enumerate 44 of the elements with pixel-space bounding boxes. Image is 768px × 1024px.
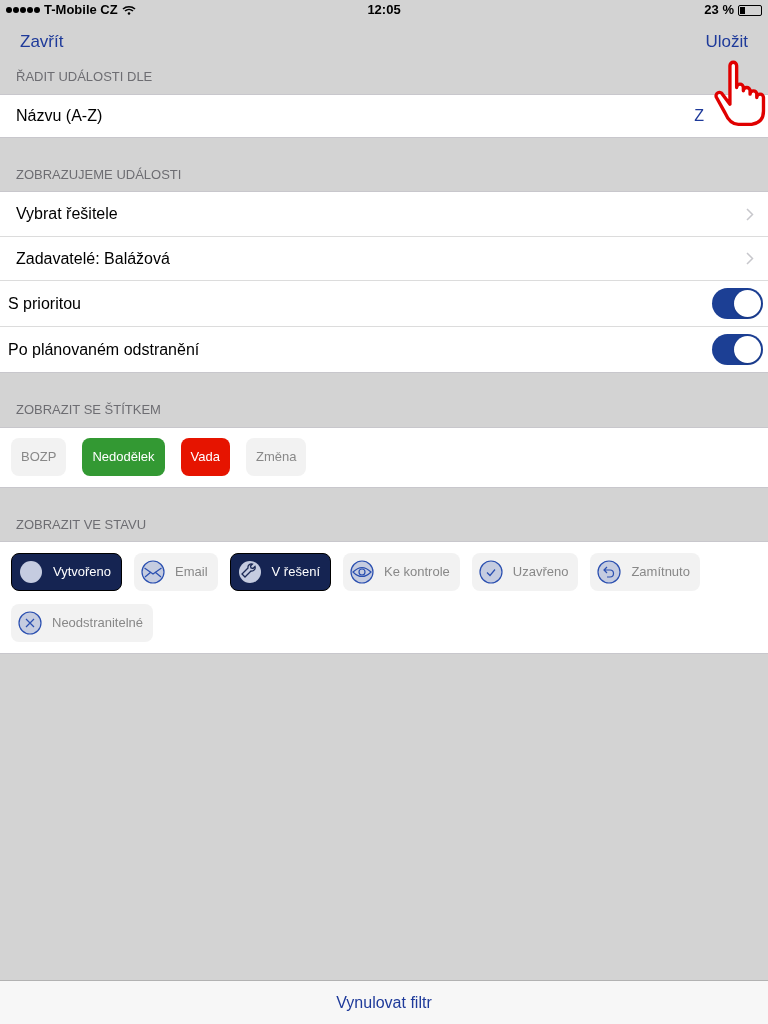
section-header: ZOBRAZIT SE ŠTÍTKEM	[15, 401, 162, 419]
envelope-icon	[141, 560, 166, 584]
status-chip[interactable]: V řešení	[229, 553, 331, 591]
status-chip[interactable]: Vytvořeno	[11, 553, 123, 591]
battery-icon	[738, 4, 762, 16]
signal-icon	[6, 7, 40, 13]
row-label: Vybrat řešitele	[16, 204, 118, 224]
status-chip[interactable]: Zamítnuto	[590, 553, 700, 591]
check-icon	[478, 560, 503, 584]
sort-value: Z	[694, 105, 705, 126]
toggle-label: S prioritou	[8, 293, 81, 314]
filter-row[interactable]: Vybrat řešitele	[0, 192, 768, 236]
section-header: ZOBRAZIT VE STAVU	[15, 515, 148, 534]
toggle-switch[interactable]	[712, 334, 763, 365]
sort-row[interactable]: Názvu (A-Z) Z	[0, 93, 768, 138]
tag-chip[interactable]: Nedodělek	[82, 438, 165, 476]
status-chip[interactable]: Email	[134, 553, 218, 591]
filter-row[interactable]: Zadavatelé: Balážová	[0, 236, 768, 280]
chevron-icon	[746, 207, 754, 221]
sort-label: Názvu (A-Z)	[16, 105, 103, 126]
battery-percent: 23 %	[704, 1, 734, 20]
carrier-label: T-Mobile CZ	[44, 1, 118, 20]
clock: 12:05	[367, 1, 401, 20]
section-header: ŘADIT UDÁLOSTI DLE	[15, 68, 154, 86]
tag-chip[interactable]: BOZP	[11, 438, 67, 476]
save-button[interactable]: Uložit	[705, 29, 748, 55]
close-button[interactable]: Zavřít	[20, 29, 64, 55]
tag-chip[interactable]: Změna	[245, 438, 307, 476]
row-label: Zadavatelé: Balážová	[16, 248, 170, 269]
toggle-label: Po plánovaném odstranění	[8, 339, 200, 360]
status-chip[interactable]: Ke kontrole	[343, 553, 460, 591]
toggle-switch[interactable]	[712, 288, 763, 319]
tag-chip[interactable]: Vada	[180, 438, 230, 476]
status-chip[interactable]: Uzavřeno	[471, 553, 579, 591]
wrench-icon	[237, 560, 262, 584]
undo-icon	[597, 560, 622, 584]
wifi-icon	[121, 5, 136, 15]
section-header: ZOBRAZUJEME UDÁLOSTI	[15, 165, 183, 184]
close-icon	[18, 611, 42, 635]
circle-icon	[19, 560, 43, 584]
eye-icon	[350, 560, 374, 584]
status-chip[interactable]: Neodstranitelné	[11, 604, 154, 642]
chevron-icon	[746, 252, 754, 265]
reset-filter-button[interactable]: Vynulovat filtr	[0, 980, 768, 1024]
